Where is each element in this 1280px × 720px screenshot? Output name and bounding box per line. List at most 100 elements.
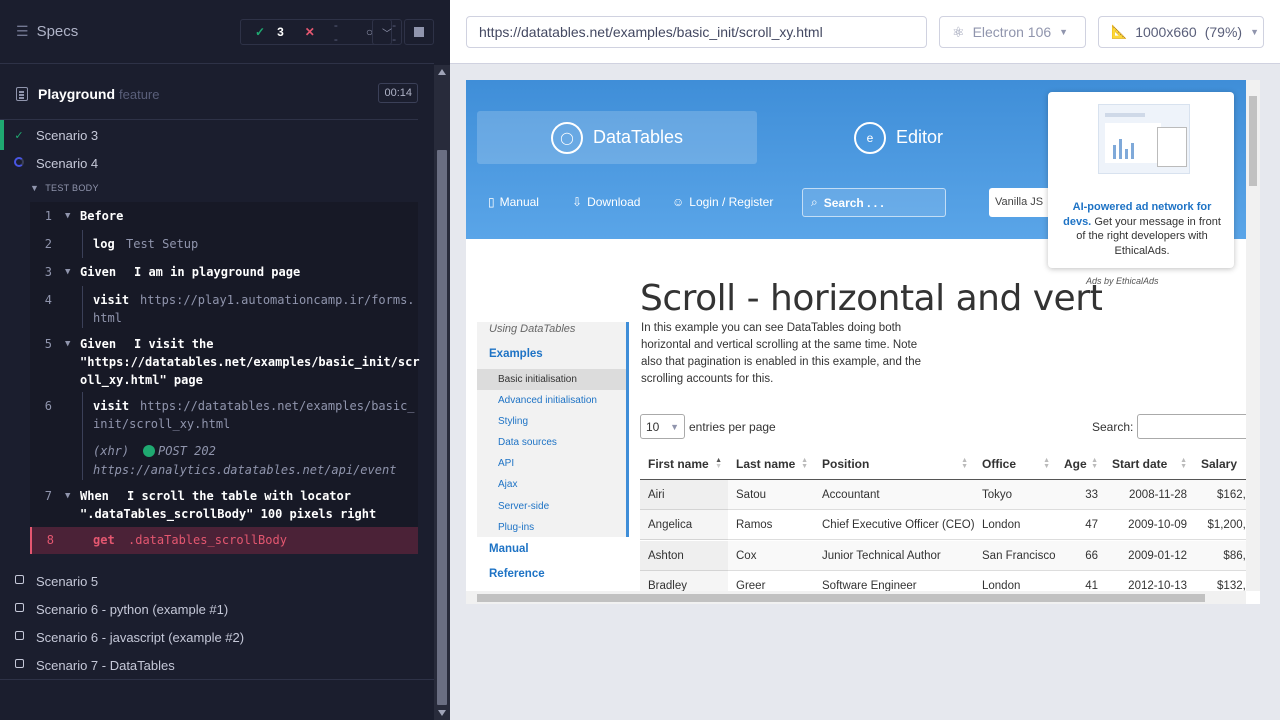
stop-button[interactable] (404, 19, 434, 45)
electron-icon: ⚛ (952, 23, 965, 40)
command-row-failed[interactable]: 8 get .dataTables_scrollBody (30, 527, 418, 554)
scroll-down-icon[interactable] (438, 710, 446, 716)
xhr-status-dot (143, 445, 155, 457)
datatables-logo-link[interactable]: ◯ DataTables (477, 111, 757, 164)
menu-icon: ☰ (16, 23, 29, 39)
viewport-selector[interactable]: 📐 1000x660 (79%) ▼ (1098, 16, 1264, 48)
entries-length-control: 10 ▼ entries per page (640, 414, 776, 439)
scrollbar-thumb[interactable] (1249, 96, 1257, 186)
page-intro: In this example you can see DataTables d… (641, 322, 922, 385)
page-horizontal-scrollbar[interactable] (466, 591, 1246, 604)
column-header-first-name[interactable]: First name ▲ ▼ (640, 449, 728, 480)
scenario-3-row[interactable]: ✓ Scenario 3 (0, 120, 434, 150)
entries-select[interactable]: 10 ▼ (640, 414, 685, 439)
chevron-down-icon: ▼ (30, 183, 40, 193)
scroll-up-icon[interactable] (438, 69, 446, 75)
chevron-down-icon: ﹀ (382, 28, 392, 40)
table-search-control: Search: (1092, 414, 1258, 439)
command-log: 1 ▼ Before 2 log Test Setup 3 ▼ Given I … (30, 202, 420, 554)
collapse-button[interactable]: ﹀ (372, 19, 402, 45)
ethicalads-banner[interactable]: AI-powered ad network for devs. Get your… (1048, 92, 1234, 268)
editor-link[interactable]: e Editor (854, 111, 974, 164)
sidebar-item-advanced-init[interactable]: Advanced initialisation (498, 395, 597, 406)
command-row[interactable]: 6 visit https://datatables.net/examples/… (30, 392, 418, 480)
table-search-input[interactable] (1137, 414, 1258, 439)
column-header-last-name[interactable]: Last name ▲ ▼ (728, 449, 814, 480)
table-row[interactable]: Airi Satou Accountant Tokyo 33 2008-11-2… (640, 480, 1260, 510)
sort-icon: ▲ ▼ (801, 457, 808, 470)
table-row[interactable]: Bradley Greer Software Engineer London 4… (640, 571, 1260, 591)
sidebar-reference[interactable]: Reference (489, 568, 545, 580)
url-bar[interactable]: https://datatables.net/examples/basic_in… (466, 16, 927, 48)
site-search-input[interactable]: ⌕ Search . . . (802, 188, 946, 217)
book-icon: ▯ (488, 195, 495, 209)
page-vertical-scrollbar[interactable] (1246, 80, 1260, 591)
ad-text: AI-powered ad network for devs. Get your… (1063, 201, 1221, 257)
scenario-4-row[interactable]: Scenario 4 (0, 151, 434, 175)
column-header-age[interactable]: Age ▲ ▼ (1056, 449, 1104, 480)
failed-stat: ✕ -- (291, 18, 352, 46)
scenario-label: Scenario 3 (36, 127, 99, 143)
square-icon (8, 575, 30, 587)
sort-icon: ▲ ▼ (1043, 457, 1050, 470)
user-icon: ☺ (672, 195, 685, 209)
spec-file-row[interactable]: Playground feature 00:14 (16, 83, 418, 105)
ad-image (1098, 104, 1190, 174)
sidebar-item-plug-ins[interactable]: Plug-ins (498, 522, 534, 533)
sidebar-item-ajax[interactable]: Ajax (498, 479, 517, 490)
nav-download[interactable]: ⇩ Download (572, 195, 640, 209)
sidebar-item-data-sources[interactable]: Data sources (498, 437, 557, 448)
download-icon: ⇩ (572, 195, 583, 209)
chevron-down-icon: ▼ (65, 339, 71, 349)
column-header-position[interactable]: Position ▲ ▼ (814, 449, 974, 480)
divider (0, 119, 418, 120)
command-row[interactable]: 5 ▼ Given I visit the "https://datatable… (30, 335, 420, 389)
sort-icon: ▲ ▼ (1091, 457, 1098, 470)
check-icon: ✓ (14, 129, 24, 142)
stats-bar: ✓ 3 ✕ -- ○ -- (240, 18, 396, 46)
scenario-7-row[interactable]: Scenario 7 - DataTables (0, 653, 434, 677)
command-row[interactable]: 4 visit https://play1.automationcamp.ir/… (30, 286, 418, 328)
browser-selector[interactable]: ⚛ Electron 106 ▼ (939, 16, 1086, 48)
sidebar-examples[interactable]: Examples (489, 348, 543, 360)
check-icon: ✓ (255, 25, 266, 39)
framework-select[interactable]: Vanilla JS (989, 188, 1055, 217)
scrollbar-thumb[interactable] (477, 594, 1205, 602)
ruler-icon: 📐 (1111, 24, 1128, 39)
table-row[interactable]: Angelica Ramos Chief Executive Officer (… (640, 510, 1260, 540)
sidebar-item-server-side[interactable]: Server-side (498, 501, 549, 512)
chevron-down-icon: ▼ (670, 421, 679, 432)
sort-asc-icon: ▲ ▼ (715, 457, 722, 470)
table-row[interactable]: Ashton Cox Junior Technical Author San F… (640, 541, 1260, 571)
square-icon (8, 631, 30, 643)
scenario-6-python-row[interactable]: Scenario 6 - python (example #1) (0, 597, 434, 621)
command-row[interactable]: 7 ▼ When I scroll the table with locator… (30, 487, 418, 523)
nav-login[interactable]: ☺ Login / Register (672, 195, 773, 209)
test-body-toggle[interactable]: ▼ TEST BODY (30, 182, 105, 194)
divider (0, 679, 434, 680)
aut-header: https://datatables.net/examples/basic_in… (450, 0, 1280, 64)
scrollbar-thumb[interactable] (437, 150, 447, 705)
sidebar-manual[interactable]: Manual (489, 543, 529, 555)
scenario-6-javascript-row[interactable]: Scenario 6 - javascript (example #2) (0, 625, 434, 649)
column-header-start-date[interactable]: Start date ▲ ▼ (1104, 449, 1193, 480)
editor-logo-icon: e (854, 121, 886, 154)
x-icon: ✕ (304, 25, 315, 39)
scenario-5-row[interactable]: Scenario 5 (0, 569, 434, 593)
sort-icon: ▲ ▼ (1180, 457, 1187, 470)
spec-file-tag: feature (119, 86, 160, 102)
sidebar-heading: Using DataTables (489, 323, 576, 335)
reporter-scrollbar[interactable] (434, 65, 450, 720)
reporter-header: ☰ Specs ✓ 3 ✕ -- ○ -- ﹀ (0, 0, 434, 64)
sidebar-item-styling[interactable]: Styling (498, 416, 528, 427)
spec-file-name: Playground (38, 86, 116, 102)
sidebar-item-basic-init[interactable]: Basic initialisation (477, 369, 626, 390)
square-icon (8, 659, 30, 671)
column-header-office[interactable]: Office ▲ ▼ (974, 449, 1056, 480)
chevron-down-icon: ▼ (1250, 27, 1259, 37)
sidebar-item-api[interactable]: API (498, 458, 514, 469)
nav-manual[interactable]: ▯ Manual (488, 195, 539, 209)
chevron-down-icon: ▼ (65, 267, 71, 277)
running-icon (8, 156, 30, 170)
specs-toggle[interactable]: ☰ Specs (16, 23, 78, 40)
